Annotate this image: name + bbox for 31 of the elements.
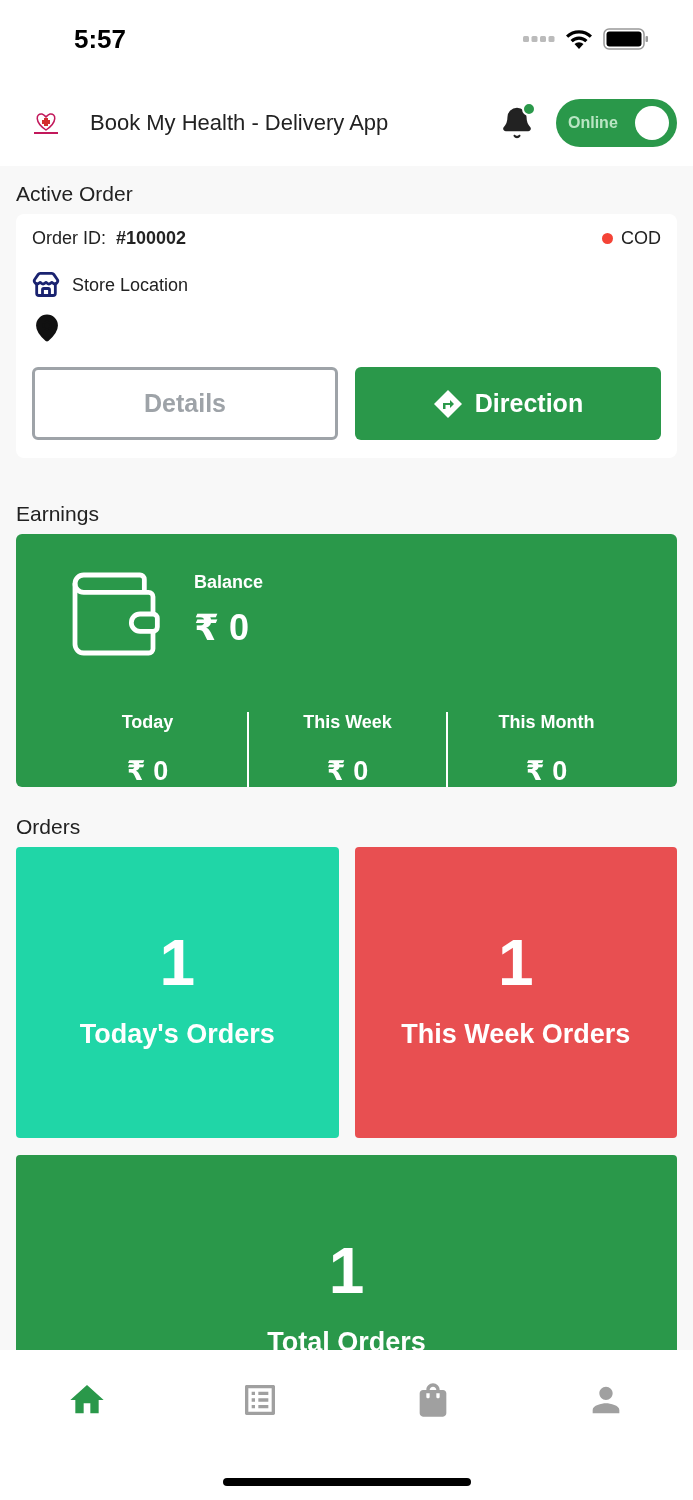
status-time: 5:57	[74, 23, 127, 55]
direction-button[interactable]: Direction	[355, 367, 661, 440]
period-label: Today	[121, 712, 174, 733]
period-amount: ₹ 0	[525, 755, 568, 787]
signal-icon	[523, 35, 555, 43]
app-title: Book My Health - Delivery App	[90, 110, 390, 136]
store-location: Store Location	[72, 274, 189, 296]
battery-icon	[603, 28, 649, 50]
period-amount: ₹ 0	[126, 755, 169, 787]
period-label: This Month	[498, 712, 595, 733]
details-button[interactable]: Details	[32, 367, 338, 440]
wifi-icon	[565, 29, 593, 49]
period-label: This Week	[303, 712, 392, 733]
order-id-label: Order ID:	[32, 228, 106, 249]
order-stat-label: Today's Orders	[79, 1019, 275, 1050]
order-id: #100002	[116, 228, 187, 249]
online-toggle[interactable]: Online	[556, 99, 677, 147]
order-count: 1	[497, 931, 534, 995]
order-stat-label: This Week Orders	[401, 1019, 631, 1050]
balance-label: Balance	[194, 572, 264, 593]
bell-icon[interactable]	[500, 106, 534, 140]
period-amount: ₹ 0	[326, 755, 369, 787]
store-icon	[32, 271, 60, 299]
direction-icon	[432, 388, 463, 419]
section-title: Active Order	[16, 182, 134, 206]
payment-method: COD	[621, 228, 661, 249]
section-title: Orders	[16, 815, 82, 839]
balance-amount: ₹ 0	[194, 607, 251, 649]
order-count: 1	[159, 931, 196, 995]
section-title: Earnings	[16, 502, 100, 526]
order-count: 1	[328, 1239, 365, 1303]
